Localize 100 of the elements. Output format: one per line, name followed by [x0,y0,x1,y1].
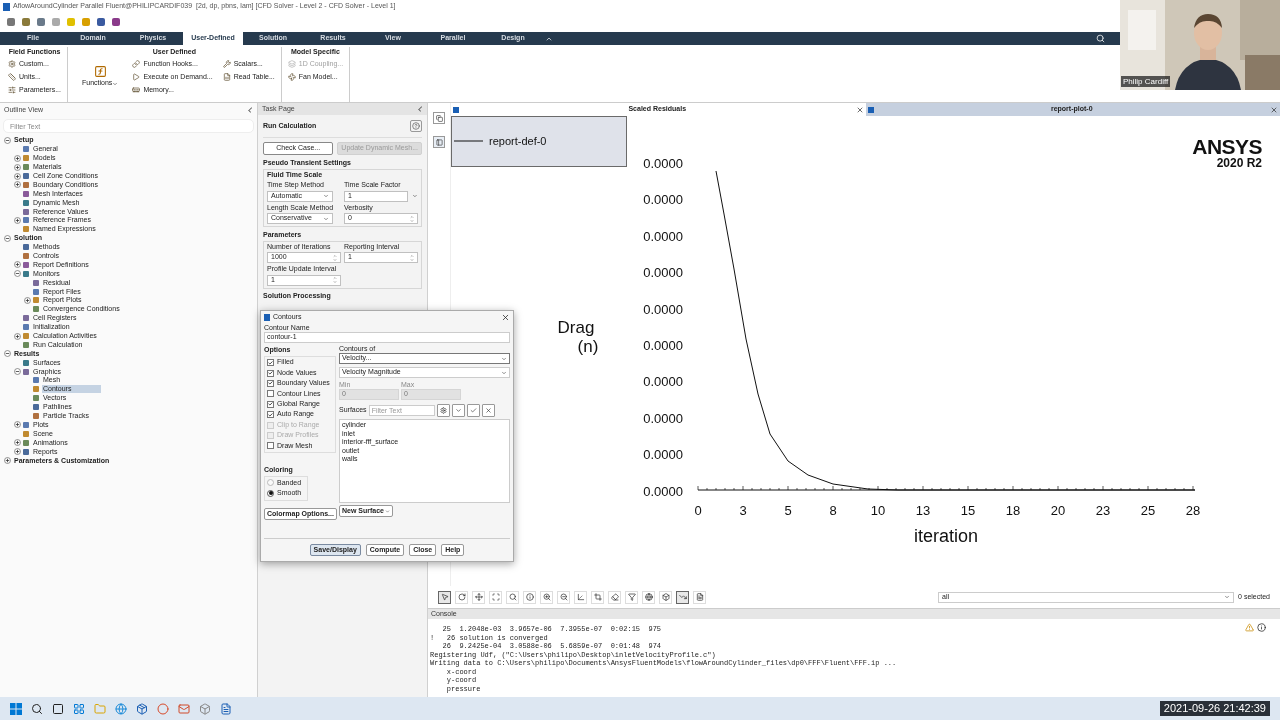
close-icon[interactable] [1270,105,1278,114]
caret-icon [1224,594,1231,600]
document-icon [695,593,704,601]
expand-icon[interactable] [14,163,21,171]
axis-tick-label: 0.0000 [643,192,683,208]
checkbox[interactable] [267,411,274,419]
axis-tick-label: 28 [1185,503,1201,518]
expand-icon[interactable] [14,261,21,269]
axis-tick-label: 18 [1005,503,1021,518]
package-icon[interactable] [136,702,148,715]
expand-icon[interactable] [24,296,31,304]
expand-icon[interactable] [4,457,11,464]
surface-menu-button[interactable] [451,404,465,417]
axis-tick-label: 13 [915,503,931,518]
circle-icon[interactable] [157,702,169,715]
participant-name: Philip Cardiff [1121,76,1171,87]
checkbox[interactable] [267,390,274,398]
axis-tick-label: 8 [829,503,837,518]
expand-icon[interactable] [14,216,21,224]
copy-button[interactable] [433,112,445,124]
close-icon [484,407,492,414]
close-icon[interactable] [501,313,510,322]
expand-icon[interactable] [14,448,21,456]
axis-tick-label: 0.0000 [643,265,683,281]
checkbox[interactable] [267,400,274,408]
logo-version: 2020 R2 [1216,157,1262,169]
mail-icon[interactable] [178,702,190,715]
app-icon [264,314,270,321]
checkbox[interactable] [267,442,274,450]
collapse-icon[interactable] [4,136,11,144]
collapse-icon[interactable] [4,234,11,242]
axis-tick-label: 0.0000 [643,156,683,171]
caret-icon[interactable] [412,193,418,199]
expand-icon[interactable] [14,332,21,340]
task-view-icon[interactable] [52,702,64,715]
document-icon[interactable] [220,702,232,715]
select-all-button[interactable] [466,404,480,417]
collapse-icon[interactable] [14,368,21,376]
filter-tool-button[interactable] [625,590,638,604]
wrench-icon [222,60,231,68]
eraser-icon [610,593,619,601]
link-icon [132,60,141,68]
crop-tool-button[interactable] [591,590,604,604]
close-icon[interactable] [855,105,864,114]
axis-tick-label: 5 [784,503,792,518]
caret-icon [385,508,391,514]
clock: 2021-09-26 21:42:39 [1159,701,1270,716]
pan-tool-button[interactable] [472,590,485,604]
check-icon [469,407,477,414]
crop-icon [593,593,602,601]
expand-icon[interactable] [14,181,21,189]
info-tool-button[interactable] [523,590,536,604]
axis-tick-label: 0.0000 [643,228,683,244]
globe-tool-button[interactable] [642,590,655,604]
axis-tick-label: 20 [1050,503,1066,518]
axis-tick-label: 0.0000 [643,483,683,499]
zoom-out-icon [559,593,568,601]
caret-icon [323,193,329,199]
expand-icon[interactable] [14,172,21,180]
fan-icon [287,73,296,81]
deselect-all-button[interactable] [481,404,495,417]
axes-icon [576,593,585,601]
radio-button[interactable] [267,489,274,497]
windows-logo-icon[interactable] [10,702,22,715]
rotate-tool-button[interactable] [455,590,468,604]
axis-tick-label: 0.0000 [643,447,683,463]
expand-icon[interactable] [14,439,21,447]
collapse-icon[interactable] [14,270,21,278]
expand-icon[interactable] [14,421,21,429]
collapse-icon[interactable] [4,350,11,358]
search-icon[interactable] [1096,34,1105,43]
checkbox[interactable] [267,369,274,377]
rotate-icon [457,593,466,601]
info-icon[interactable] [1257,623,1266,632]
help-icon[interactable] [410,120,422,132]
axis-tick-label: 3 [739,503,747,518]
expand-icon[interactable] [14,154,21,162]
document-tool-button[interactable] [693,590,706,604]
checkbox[interactable] [267,359,274,367]
axis-tick-label: 15 [960,503,976,518]
pointer-tool-button[interactable] [438,590,451,604]
radio-button[interactable] [267,479,274,487]
axis-tick-label: 0.0000 [643,301,683,317]
axis-tick-label: 0.0000 [643,410,683,426]
zoom-in-tool-button[interactable] [540,590,553,604]
eraser-tool-button[interactable] [608,590,621,604]
checkbox[interactable] [267,379,274,387]
caret-icon [112,80,119,87]
zoom-out-tool-button[interactable] [557,590,570,604]
layout-button[interactable] [433,136,445,148]
panel-icon [435,138,443,146]
axes-tool-button[interactable] [574,590,587,604]
surface-settings-button[interactable] [436,404,450,417]
app-icon [3,2,10,11]
chart-tool-button[interactable] [676,590,689,604]
search-tool-button[interactable] [506,590,519,604]
logo-text: ANSYS [1192,136,1262,157]
cube-tool-button[interactable] [659,590,672,604]
axis-tick-label: 0.0000 [643,374,683,390]
search-icon[interactable] [31,702,43,715]
